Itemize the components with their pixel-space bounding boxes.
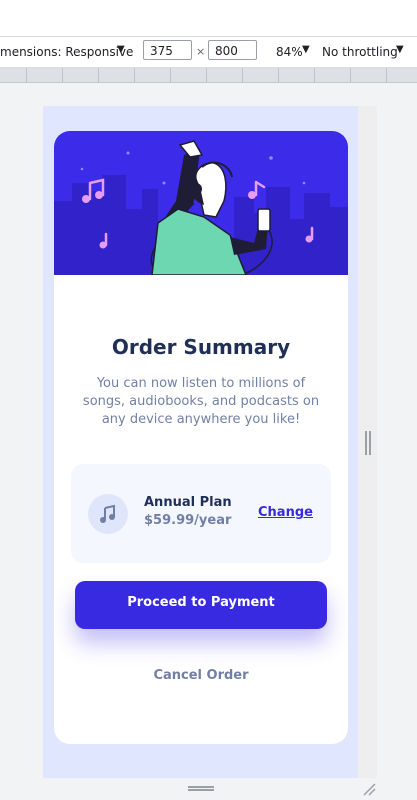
proceed-to-payment-button[interactable]: Proceed to Payment xyxy=(75,581,327,629)
change-plan-link[interactable]: Change xyxy=(258,505,313,520)
dimensions-dropdown[interactable]: mensions: Responsive xyxy=(0,45,133,59)
throttling-dropdown[interactable]: No throttling xyxy=(322,45,398,59)
zoom-dropdown[interactable]: 84% xyxy=(276,45,303,59)
corner-resize-icon[interactable] xyxy=(362,782,376,796)
page-title: Order Summary xyxy=(111,335,291,359)
plan-name: Annual Plan xyxy=(144,495,232,510)
zoom-dropdown-arrow-icon[interactable]: ▼ xyxy=(302,44,310,55)
height-input[interactable]: 800 xyxy=(208,40,257,60)
music-note-icon xyxy=(100,504,115,523)
plan-summary-box: Annual Plan $59.99/year Change xyxy=(71,464,331,563)
device-toolbar: mensions: Responsive ▼ 375 × 800 84% ▼ N… xyxy=(0,37,417,68)
right-resize-handle[interactable] xyxy=(365,431,371,455)
width-input[interactable]: 375 xyxy=(143,40,192,60)
plan-price: $59.99/year xyxy=(144,513,232,528)
cancel-order-button[interactable]: Cancel Order xyxy=(54,668,348,683)
order-description: You can now listen to millions of songs,… xyxy=(82,376,320,427)
throttling-dropdown-arrow-icon[interactable]: ▼ xyxy=(396,44,404,55)
browser-top-strip xyxy=(0,0,417,37)
plan-icon-badge xyxy=(88,494,128,534)
dimensions-dropdown-arrow-icon[interactable]: ▼ xyxy=(117,44,125,55)
hero-illustration xyxy=(54,131,348,275)
media-query-ruler[interactable] xyxy=(0,68,417,83)
times-sign: × xyxy=(196,45,206,58)
bottom-resize-handle[interactable] xyxy=(188,786,214,791)
order-summary-card: Order Summary You can now listen to mill… xyxy=(54,131,348,744)
